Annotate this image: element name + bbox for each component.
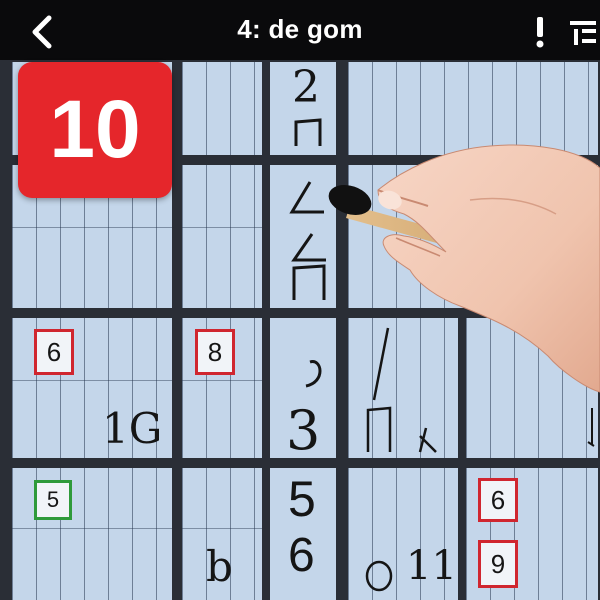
board-cell[interactable]: [466, 318, 598, 458]
cell-digit: 1G: [102, 404, 163, 453]
handwritten-digit: [305, 360, 322, 388]
score-badge: 10: [18, 62, 172, 198]
board-cell[interactable]: [348, 165, 598, 308]
cell-digit: b: [206, 542, 233, 591]
page-title: 4: de gom: [237, 14, 363, 44]
board-cell[interactable]: [182, 165, 262, 308]
alert-button[interactable]: [528, 14, 552, 50]
cell-digit: 5: [288, 471, 316, 527]
highlighted-cell[interactable]: 5: [34, 480, 72, 520]
highlighted-cell[interactable]: 9: [478, 540, 518, 588]
highlighted-cell[interactable]: 6: [478, 478, 518, 522]
cell-digit: 2: [292, 62, 320, 113]
handwritten-digit: [587, 408, 595, 447]
menu-icon: [570, 21, 596, 45]
cell-digit: 11: [406, 543, 457, 589]
top-bar: 4: de gom: [0, 0, 600, 60]
board-cell[interactable]: [182, 62, 262, 155]
handwritten-digit: [366, 327, 437, 453]
menu-button[interactable]: [566, 14, 600, 50]
exclamation-icon: [536, 17, 544, 48]
handwritten-digit: [294, 118, 322, 146]
highlighted-cell[interactable]: 8: [195, 329, 235, 375]
handwritten-digit: [365, 560, 393, 592]
highlighted-cell[interactable]: 6: [34, 329, 74, 375]
handwritten-digit: [289, 181, 326, 300]
cell-digit: 3: [286, 399, 321, 462]
cell-digit: 6: [288, 529, 315, 582]
board-cell[interactable]: [348, 62, 598, 155]
